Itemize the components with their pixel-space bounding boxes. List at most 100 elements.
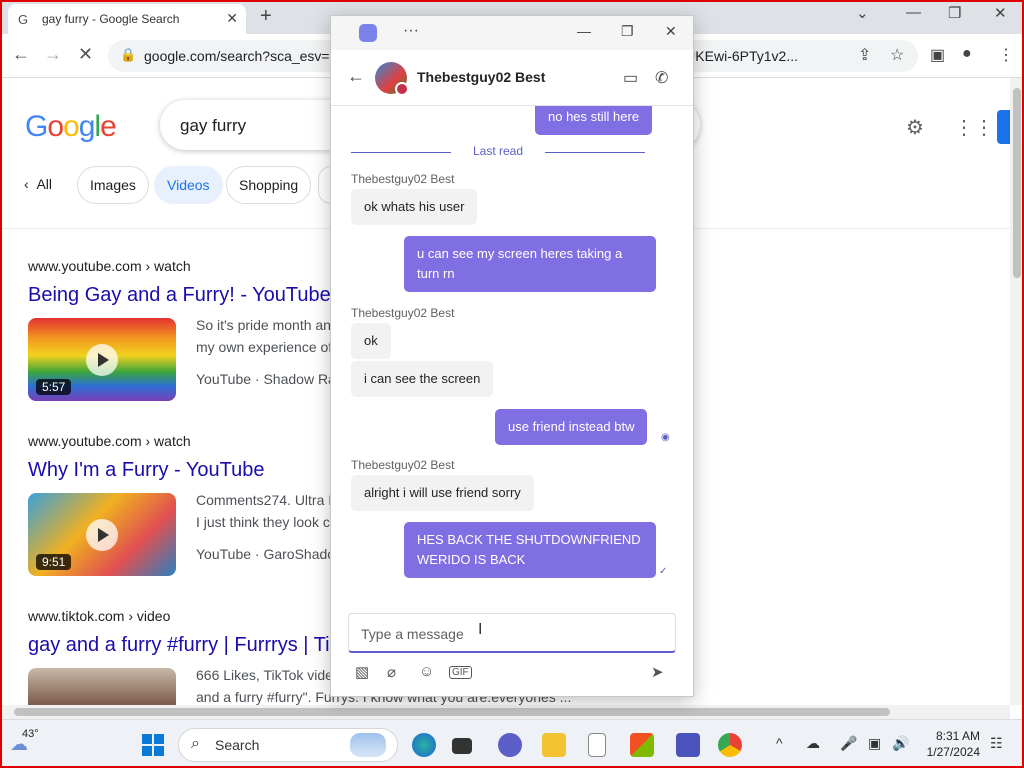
microphone-icon[interactable]: 🎤 xyxy=(840,735,857,752)
video-call-icon[interactable]: ▭ xyxy=(623,68,638,88)
emoji-icon[interactable]: ☺ xyxy=(419,663,434,680)
gif-icon[interactable]: GIF xyxy=(449,666,472,679)
task-view-icon[interactable] xyxy=(452,738,472,754)
avatar[interactable] xyxy=(375,62,409,96)
side-panel-icon[interactable]: ▣ xyxy=(930,45,945,65)
new-tab-button[interactable]: + xyxy=(260,5,272,28)
more-options-icon[interactable]: ··· xyxy=(403,22,419,40)
file-explorer-icon[interactable] xyxy=(542,733,566,757)
sent-check-icon: ✓ xyxy=(659,566,668,577)
network-icon[interactable]: ▣ xyxy=(868,735,881,752)
weather-widget-icon[interactable] xyxy=(350,733,386,757)
taskbar: ☁ 43° ⌕ Search ^ ☁ 🎤 ▣ 🔊 8:31 AM 1/27/20… xyxy=(0,719,1024,768)
all-results-link[interactable]: ‹ All xyxy=(24,176,52,192)
divider-line xyxy=(545,152,645,153)
chip-videos[interactable]: Videos xyxy=(154,166,223,204)
message-outgoing[interactable]: use friend instead btw xyxy=(495,409,648,445)
result-url: www.youtube.com › watch xyxy=(28,258,191,274)
settings-gear-icon[interactable]: ⚙ xyxy=(906,115,924,140)
clock-date: 1/27/2024 xyxy=(926,745,980,759)
divider-line xyxy=(351,152,451,153)
last-read-label: Last read xyxy=(473,144,524,158)
chrome-icon[interactable] xyxy=(718,733,742,757)
minimize-icon[interactable]: — xyxy=(906,4,921,21)
back-arrow-icon[interactable]: ← xyxy=(347,66,365,87)
google-logo[interactable]: Google xyxy=(25,110,117,144)
bookmark-star-icon[interactable]: ☆ xyxy=(890,45,904,65)
menu-icon[interactable]: ⋮ xyxy=(998,45,1014,65)
message-outgoing[interactable]: no hes still here xyxy=(535,106,653,135)
chat-header: ← Thebestguy02 Best ▭ ✆ xyxy=(331,50,693,106)
google-favicon-icon: G xyxy=(18,12,29,27)
back-icon[interactable]: ← xyxy=(12,44,30,65)
message-input[interactable]: Type a message xyxy=(348,613,676,653)
popout-icon[interactable]: ❐ xyxy=(621,23,634,40)
play-icon xyxy=(86,344,118,376)
browser-tab[interactable]: G gay furry - Google Search ✕ xyxy=(8,4,246,34)
last-read-divider: Last read xyxy=(351,144,647,160)
close-tab-icon[interactable]: ✕ xyxy=(226,10,238,27)
chip-shopping[interactable]: Shopping xyxy=(226,166,312,204)
apps-grid-icon[interactable]: ⋮⋮ xyxy=(954,115,994,140)
forward-icon[interactable]: → xyxy=(44,44,62,65)
scrollbar-thumb[interactable] xyxy=(1013,88,1021,278)
profile-icon[interactable]: ● xyxy=(962,45,972,63)
url-text: google.com/search?sca_esv=6 xyxy=(144,48,338,64)
video-duration: 9:51 xyxy=(36,554,72,570)
message-incoming[interactable]: i can see the screen xyxy=(351,361,494,397)
stop-icon[interactable]: ✕ xyxy=(78,44,93,65)
send-icon[interactable]: ➤ xyxy=(651,663,664,681)
weather-temperature: 43° xyxy=(22,728,39,740)
message-incoming[interactable]: alright i will use friend sorry xyxy=(351,475,534,511)
message-list[interactable]: no hes still here Last read Thebestguy02… xyxy=(331,106,693,606)
video-thumbnail[interactable]: 5:57 xyxy=(28,318,176,401)
teams-chat-icon[interactable] xyxy=(498,733,522,757)
text-cursor-icon: I xyxy=(478,621,483,638)
start-button[interactable] xyxy=(142,734,164,756)
chip-images[interactable]: Images xyxy=(77,166,149,204)
horizontal-scrollbar[interactable] xyxy=(0,705,1010,719)
message-outgoing[interactable]: u can see my screen heres taking a turn … xyxy=(404,236,656,292)
teams-chat-window: ··· — ❐ ✕ ← Thebestguy02 Best ▭ ✆ no hes… xyxy=(330,15,694,697)
tab-title: gay furry - Google Search xyxy=(42,12,180,26)
share-icon[interactable]: ⇪ xyxy=(858,45,871,65)
message-incoming[interactable]: ok whats his user xyxy=(351,189,478,225)
notification-center-icon[interactable]: ☷ xyxy=(990,735,1003,752)
result-snippet: my own experience of xyxy=(196,339,333,355)
notepad-icon[interactable] xyxy=(588,733,606,757)
clock-time: 8:31 AM xyxy=(935,729,980,743)
teams-app-icon[interactable] xyxy=(676,733,700,757)
video-thumbnail[interactable] xyxy=(28,668,176,705)
scrollbar-thumb[interactable] xyxy=(14,708,890,716)
edge-beta-icon[interactable] xyxy=(412,733,436,757)
result-title-link[interactable]: Being Gay and a Furry! - YouTube xyxy=(28,284,331,307)
vertical-scrollbar[interactable] xyxy=(1010,78,1024,705)
sender-name: Thebestguy02 Best xyxy=(351,172,455,186)
paperclip-icon[interactable]: ⌀ xyxy=(387,663,396,681)
onedrive-cloud-icon[interactable]: ☁ xyxy=(806,735,820,752)
show-hidden-icons-chevron-icon[interactable]: ^ xyxy=(776,735,783,751)
image-attach-icon[interactable]: ▧ xyxy=(355,663,369,681)
result-source: YouTube · GaroShado xyxy=(196,546,336,562)
result-snippet: So it's pride month an xyxy=(196,317,331,333)
tab-search-icon[interactable]: ⌄ xyxy=(856,4,869,22)
result-url: www.youtube.com › watch xyxy=(28,433,191,449)
sign-in-button[interactable] xyxy=(997,110,1010,144)
minimize-icon[interactable]: — xyxy=(577,23,591,39)
close-icon[interactable]: ✕ xyxy=(665,23,677,40)
result-title-link[interactable]: gay and a furry #furry | Furrrys | Tik xyxy=(28,634,340,657)
store-icon[interactable] xyxy=(630,733,654,757)
phone-call-icon[interactable]: ✆ xyxy=(655,68,668,88)
seen-eye-icon: ◉ xyxy=(661,432,670,443)
close-window-icon[interactable]: ✕ xyxy=(994,4,1007,22)
teams-title-bar: ··· — ❐ ✕ xyxy=(331,16,693,50)
volume-icon[interactable]: 🔊 xyxy=(892,735,909,752)
restore-icon[interactable]: ❐ xyxy=(948,4,961,22)
message-incoming[interactable]: ok xyxy=(351,323,391,359)
result-url: www.tiktok.com › video xyxy=(28,608,171,624)
result-title-link[interactable]: Why I'm a Furry - YouTube xyxy=(28,459,265,482)
play-icon xyxy=(86,519,118,551)
system-clock[interactable]: 8:31 AM 1/27/2024 xyxy=(918,728,980,760)
message-outgoing[interactable]: HES BACK THE SHUTDOWNFRIEND WERIDO IS BA… xyxy=(404,522,656,578)
video-thumbnail[interactable]: 9:51 xyxy=(28,493,176,576)
